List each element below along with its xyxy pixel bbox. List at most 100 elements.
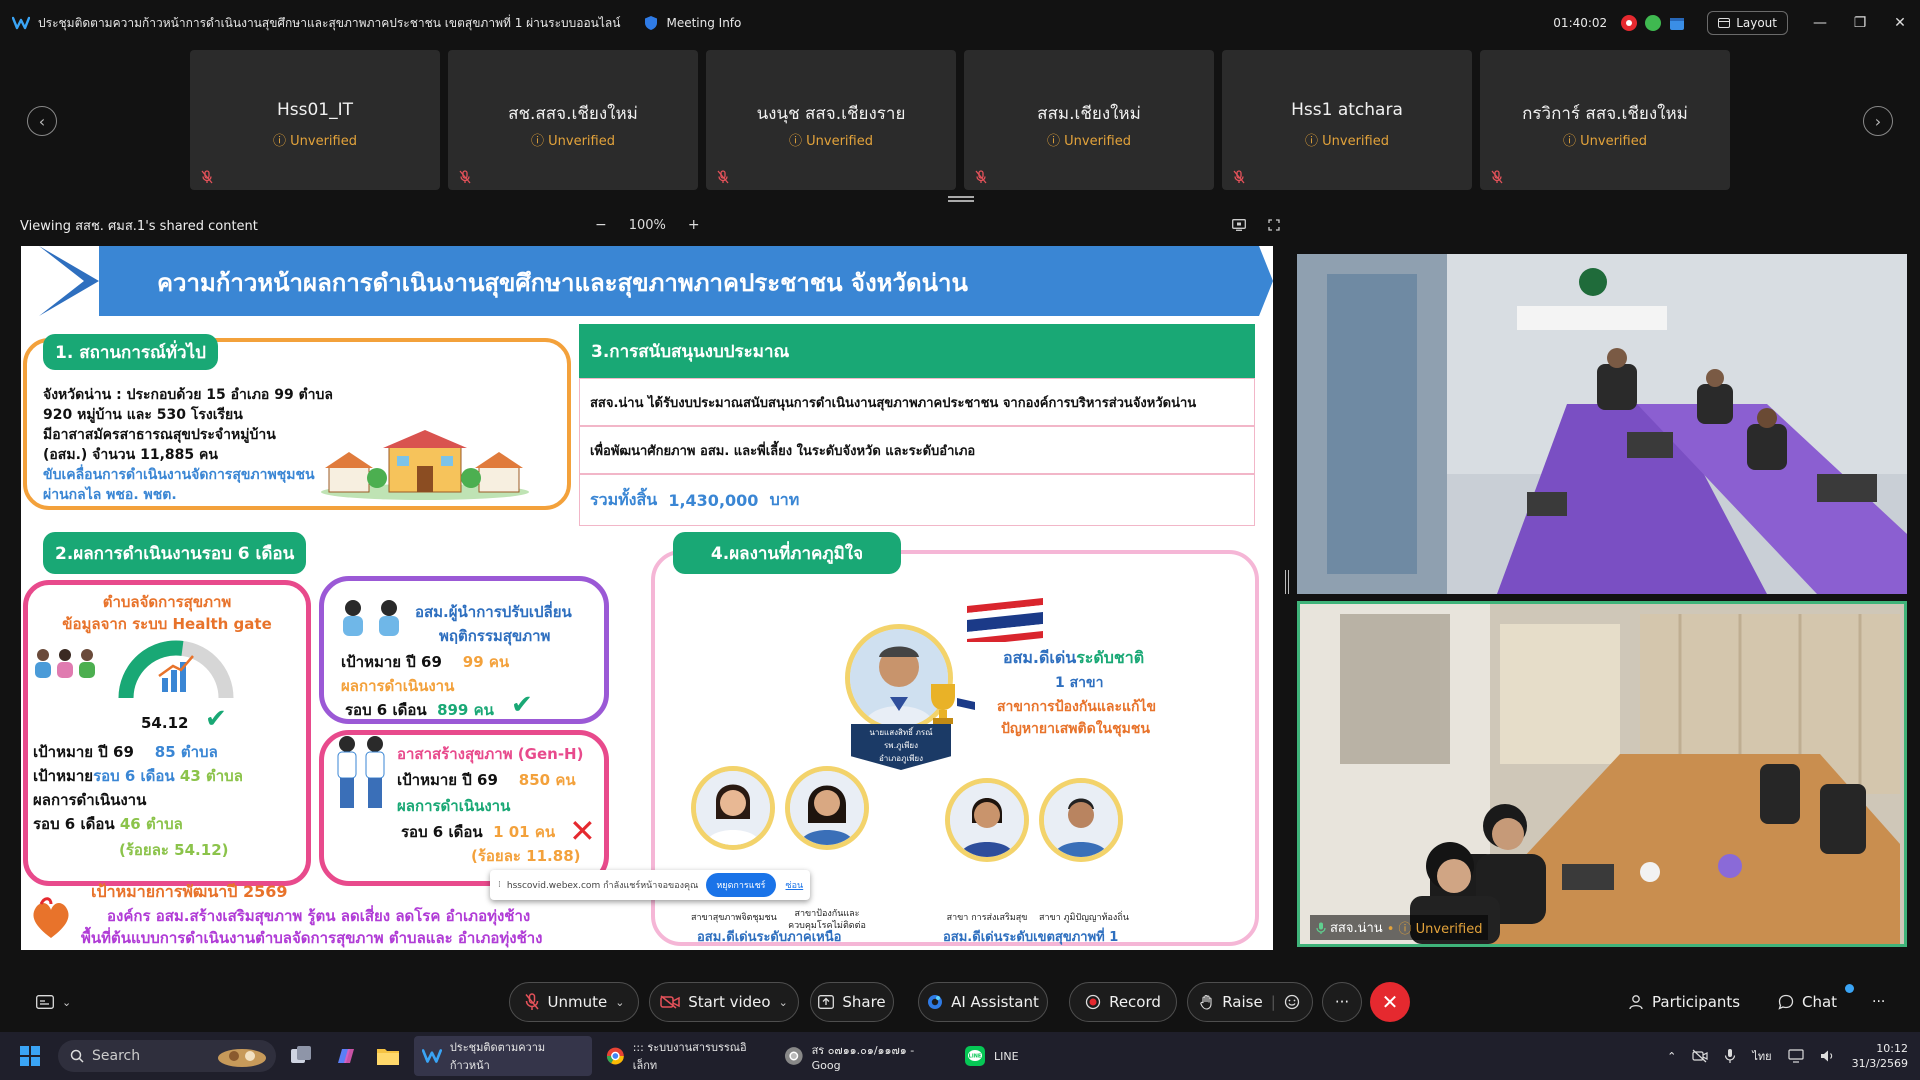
unmute-button[interactable]: Unmute ⌄ <box>509 982 639 1022</box>
system-clock[interactable]: 10:12 31/3/2569 <box>1852 1041 1908 1071</box>
video-feed-room[interactable] <box>1297 254 1907 594</box>
more-options-button[interactable]: ··· <box>1322 982 1362 1022</box>
fit-window-icon[interactable] <box>1232 219 1246 231</box>
pane-splitter[interactable] <box>1285 570 1289 594</box>
taskbar-app-chrome[interactable]: ::: ระบบงานสารบรรณอิเล็กท <box>598 1036 770 1076</box>
strip-next-chevron-icon[interactable]: › <box>1863 106 1893 136</box>
section-4-title: 4.ผลงานที่ภาคภูมิใจ <box>673 532 901 574</box>
checkmark-icon: ✔ <box>511 690 533 720</box>
input-language[interactable]: ไทย <box>1752 1047 1771 1065</box>
budget-total-label: รวมทั้งสิ้น <box>590 489 658 509</box>
chat-icon <box>1778 994 1794 1010</box>
video-feed-self[interactable]: สสจ.น่าน • ⓘ Unverified <box>1297 601 1907 947</box>
reactions-icon[interactable] <box>1284 994 1300 1010</box>
region-winner-photo <box>945 778 1029 862</box>
participant-tile[interactable]: สช.สสจ.เชียงใหม่ ⓘ Unverified <box>448 50 698 190</box>
participant-status: ⓘ Unverified <box>789 134 873 149</box>
share-button[interactable]: Share <box>810 982 894 1022</box>
chat-label: Chat <box>1802 993 1838 1011</box>
hg-percent: (ร้อยละ 54.12) <box>119 841 229 859</box>
restore-icon[interactable]: ❐ <box>1840 0 1880 46</box>
participant-tile[interactable]: กรวิการ์ สสจ.เชียงใหม่ ⓘ Unverified <box>1480 50 1730 190</box>
north-label: อสม.ดีเด่นระดับภาคเหนือ <box>697 930 842 945</box>
layout-button[interactable]: Layout <box>1707 11 1788 35</box>
taskbar-app-label: ::: ระบบงานสารบรรณอิเล็กท <box>632 1041 747 1072</box>
record-button[interactable]: Record <box>1069 982 1177 1022</box>
strip-resize-handle[interactable] <box>948 196 974 202</box>
genh-target: เป้าหมาย ปี 69 850 คน <box>397 771 576 789</box>
start-video-button[interactable]: Start video ⌄ <box>649 982 799 1022</box>
strip-prev-chevron-icon[interactable]: ‹ <box>27 106 57 136</box>
thai-flag-icon <box>967 598 1043 642</box>
region-caption: สาขา ภูมิปัญญาท้องถิ่น <box>1039 913 1129 923</box>
drag-grip-icon[interactable]: ⁞ <box>498 880 501 890</box>
close-icon[interactable]: ✕ <box>1880 0 1920 46</box>
cross-icon: ✕ <box>569 812 596 850</box>
muted-mic-icon <box>1491 170 1503 184</box>
meeting-info-label: Meeting Info <box>666 16 742 30</box>
hide-notification-link[interactable]: ซ่อน <box>786 878 804 892</box>
region-winner-photo <box>1039 778 1123 862</box>
raise-label: Raise <box>1222 993 1263 1011</box>
genh-percent: (ร้อยละ 11.88) <box>471 847 581 865</box>
mic-icon[interactable] <box>1724 1048 1736 1064</box>
participant-tile[interactable]: นงนุช สสจ.เชียงราย ⓘ Unverified <box>706 50 956 190</box>
muted-mic-icon <box>975 170 987 184</box>
chevron-down-icon[interactable]: ⌄ <box>779 996 788 1009</box>
raise-hand-button[interactable]: Raise | <box>1187 982 1313 1022</box>
taskbar-app-chrome-docs[interactable]: สร ๐๗๑๑.๐๑/๑๑๗๑ - Goog <box>776 1036 952 1076</box>
stop-sharing-button[interactable]: หยุดการแชร์ <box>706 873 776 897</box>
participant-tile[interactable]: Hss1 atchara ⓘ Unverified <box>1222 50 1472 190</box>
muted-mic-icon <box>201 170 213 184</box>
zoom-out-button[interactable]: − <box>595 217 607 233</box>
more-panels-icon[interactable]: ··· <box>1872 982 1885 1022</box>
situation-blue-line: ผ่านกลไล พชอ. พชต. <box>43 487 177 503</box>
osm-result-label: ผลการดำเนินงาน <box>341 677 455 695</box>
webex-logo-icon <box>422 1049 442 1063</box>
conference-room-video <box>1297 254 1907 594</box>
participant-status: ⓘ Unverified <box>1563 134 1647 149</box>
webex-logo-icon <box>12 16 30 30</box>
hg-value: 54.12 <box>141 714 189 732</box>
zoom-in-button[interactable]: + <box>688 217 700 233</box>
windows-start-icon[interactable] <box>20 1046 40 1066</box>
taskbar-app-webex[interactable]: ประชุมติดตามความก้าวหน้า <box>414 1036 592 1076</box>
osm-title: อสม.ผู้นำการปรับเปลี่ยน <box>415 603 572 621</box>
tray-chevron-up-icon[interactable]: ⌃ <box>1667 1050 1676 1063</box>
participants-button[interactable]: Participants <box>1628 982 1740 1022</box>
file-explorer-icon[interactable] <box>376 1045 400 1067</box>
section-1-title: 1. สถานการณ์ทั่วไป <box>43 334 218 370</box>
ai-assistant-button[interactable]: AI Assistant <box>918 982 1048 1022</box>
task-view-icon[interactable] <box>290 1045 312 1067</box>
calendar-icon[interactable] <box>1669 15 1685 31</box>
minimize-icon[interactable]: — <box>1800 0 1840 46</box>
participant-tile[interactable]: Hss01_IT ⓘ Unverified <box>190 50 440 190</box>
national-branch: ปัญหายาเสพติดในชุมชน <box>1001 721 1150 737</box>
muted-mic-icon <box>1233 170 1245 184</box>
meeting-info-button[interactable]: Meeting Info <box>644 15 741 31</box>
national-count: 1 สาขา <box>1055 675 1104 691</box>
taskbar-app-line[interactable]: LINE LINE <box>956 1036 1036 1076</box>
leave-meeting-button[interactable]: ✕ <box>1370 982 1410 1022</box>
volume-icon[interactable] <box>1820 1049 1836 1063</box>
participant-tile[interactable]: สสม.เชียงใหม่ ⓘ Unverified <box>964 50 1214 190</box>
camera-off-icon[interactable] <box>1692 1049 1708 1063</box>
chevron-down-icon[interactable]: ⌄ <box>615 996 624 1009</box>
north-caption: สาขาสุขภาพจิตชุมชน <box>691 913 777 923</box>
svg-text:LINE: LINE <box>969 1054 982 1060</box>
muted-mic-icon <box>459 170 471 184</box>
network-indicator-icon <box>1645 15 1662 31</box>
fullscreen-icon[interactable] <box>1268 219 1280 231</box>
divider: | <box>1270 993 1276 1011</box>
heart-hands-icon <box>33 897 69 938</box>
national-title: อสม.ดีเด่นระดับชาติ <box>1003 648 1145 667</box>
video-participant-status: • ⓘ Unverified <box>1386 922 1483 937</box>
taskbar-search[interactable]: Search <box>58 1040 276 1072</box>
copilot-icon[interactable] <box>334 1045 356 1067</box>
network-icon[interactable] <box>1787 1049 1804 1063</box>
meeting-controls: ⌄ Unmute ⌄ Start video ⌄ Share AI Assist… <box>0 972 1920 1032</box>
share-label: Share <box>842 993 886 1011</box>
captions-button[interactable]: ⌄ <box>36 982 71 1022</box>
chat-button[interactable]: Chat <box>1778 982 1854 1022</box>
taskbar-app-label: LINE <box>994 1049 1019 1063</box>
